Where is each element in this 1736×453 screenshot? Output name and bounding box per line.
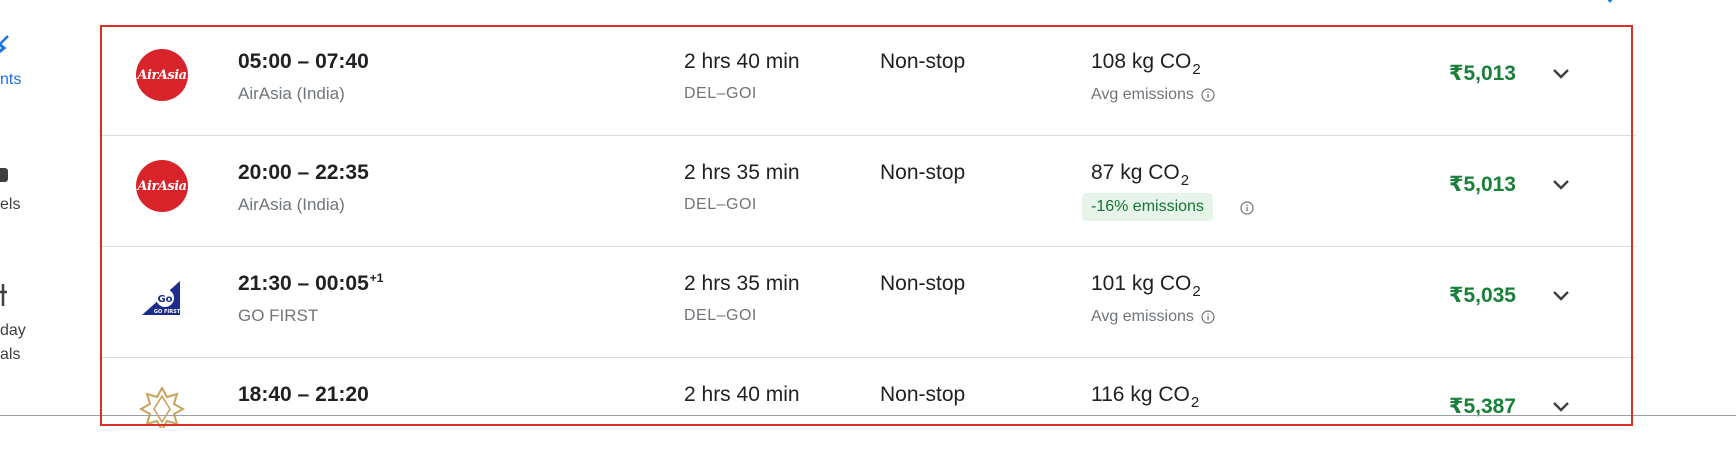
flight-times: 21:30 – 00:05+1 <box>238 269 383 299</box>
co2-emissions: 116 kg CO2 <box>1091 380 1199 412</box>
flight-duration: 2 hrs 40 min <box>684 50 800 73</box>
airline-name: AirAsia (India) <box>238 84 345 103</box>
chevron-down-icon <box>1553 291 1569 301</box>
co2-subscript: 2 <box>1192 283 1201 300</box>
flight-stops: Non-stop <box>880 383 966 406</box>
departure-time: 05:00 <box>238 50 292 73</box>
co2-value: 116 kg CO <box>1091 383 1190 406</box>
emissions-label: Avg emissions <box>1091 308 1194 325</box>
flight-row[interactable]: Go GO FIRST 21:30 – 00:05+1 GO FIRST 2 h… <box>100 247 1636 358</box>
co2-subscript: 2 <box>1192 61 1201 78</box>
nav-item-hotels[interactable]: els <box>0 160 60 220</box>
nav-item-flights[interactable]: nts <box>0 32 60 96</box>
time-separator: – <box>291 50 316 73</box>
nav-label-deals: als <box>0 346 21 363</box>
airasia-logo: AirAsia <box>136 160 188 212</box>
tag-icon <box>0 284 7 306</box>
chevron-down-icon <box>1553 180 1569 190</box>
flight-route: DEL–GOI <box>684 196 757 213</box>
sort-arrow-icon[interactable] <box>1600 0 1620 6</box>
co2-value: 101 kg CO <box>1091 272 1192 295</box>
nav-label-flights: nts <box>0 71 22 88</box>
co2-subscript: 2 <box>1190 394 1200 411</box>
nav-item-holiday-deals[interactable]: day als <box>0 280 60 370</box>
flight-stops: Non-stop <box>880 161 966 184</box>
airline-name: GO FIRST <box>238 306 319 325</box>
info-icon[interactable] <box>1201 310 1215 324</box>
expand-details-button[interactable] <box>1546 392 1576 422</box>
flight-duration: 2 hrs 35 min <box>684 161 800 184</box>
expand-details-button[interactable] <box>1546 170 1576 200</box>
flight-duration: 2 hrs 40 min <box>684 383 800 406</box>
flight-route: DEL–GOI <box>684 307 757 324</box>
flight-row[interactable]: AirAsia 20:00 – 22:35 AirAsia (India) 2 … <box>100 136 1636 247</box>
viewport-fold-line <box>0 415 1736 416</box>
co2-emissions: 101 kg CO2 <box>1091 269 1201 301</box>
flight-results-page: nts els day als AirAsia 05:00 – 07:40 Ai… <box>0 0 1736 453</box>
departure-time: 20:00 <box>238 161 292 184</box>
flight-stops: Non-stop <box>880 272 966 295</box>
flight-price: ₹5,035 <box>1448 284 1516 307</box>
info-icon[interactable] <box>1201 88 1215 102</box>
time-separator: – <box>291 383 316 406</box>
flight-route: DEL–GOI <box>684 85 757 102</box>
departure-time: 21:30 <box>238 272 292 295</box>
flight-duration: 2 hrs 35 min <box>684 272 800 295</box>
co2-subscript: 2 <box>1180 172 1190 189</box>
svg-text:Go: Go <box>157 294 172 305</box>
arrival-time: 07:40 <box>315 50 369 73</box>
expand-details-button[interactable] <box>1546 59 1576 89</box>
flight-price: ₹5,013 <box>1448 173 1516 196</box>
co2-value: 87 kg CO <box>1091 161 1180 184</box>
airline-name: AirAsia (India) <box>238 195 345 214</box>
bed-icon <box>0 168 8 182</box>
flight-times: 20:00 – 22:35 <box>238 158 369 188</box>
emissions-note: Avg emissions <box>1091 84 1215 106</box>
expand-details-button[interactable] <box>1546 281 1576 311</box>
nav-label-holiday: day <box>0 322 26 339</box>
flight-row[interactable]: 18:40 – 21:20 2 hrs 40 min Non-stop 116 … <box>100 358 1636 428</box>
co2-emissions: 108 kg CO2 <box>1091 47 1201 79</box>
info-icon[interactable] <box>1240 201 1254 215</box>
flight-row[interactable]: AirAsia 05:00 – 07:40 AirAsia (India) 2 … <box>100 25 1636 136</box>
emissions-label: Avg emissions <box>1091 86 1194 103</box>
vistara-logo <box>138 385 186 428</box>
emissions-badge: -16% emissions <box>1082 193 1213 221</box>
gofirst-logo: Go GO FIRST <box>142 281 181 315</box>
plane-icon <box>0 35 9 54</box>
emissions-note: Avg emissions <box>1091 306 1215 328</box>
chevron-down-icon <box>1553 402 1569 412</box>
day-offset: +1 <box>369 271 384 285</box>
time-separator: – <box>291 161 316 184</box>
side-navigation: nts els day als <box>0 0 60 453</box>
arrival-time: 22:35 <box>315 161 369 184</box>
flight-stops: Non-stop <box>880 50 966 73</box>
airasia-logo: AirAsia <box>136 49 188 101</box>
flight-times: 05:00 – 07:40 <box>238 47 369 77</box>
co2-emissions: 87 kg CO2 <box>1091 158 1189 190</box>
chevron-down-icon <box>1553 69 1569 79</box>
arrival-time: 21:20 <box>315 383 369 406</box>
flight-times: 18:40 – 21:20 <box>238 380 369 410</box>
gofirst-logo-text: GO FIRST <box>154 309 181 315</box>
nav-label-hotels: els <box>0 196 21 213</box>
flight-price: ₹5,013 <box>1448 62 1516 85</box>
arrival-time: 00:05 <box>315 272 369 295</box>
departure-time: 18:40 <box>238 383 292 406</box>
flight-price: ₹5,387 <box>1448 395 1516 418</box>
time-separator: – <box>291 272 316 295</box>
flight-results-list: AirAsia 05:00 – 07:40 AirAsia (India) 2 … <box>100 25 1636 428</box>
co2-value: 108 kg CO <box>1091 50 1192 73</box>
